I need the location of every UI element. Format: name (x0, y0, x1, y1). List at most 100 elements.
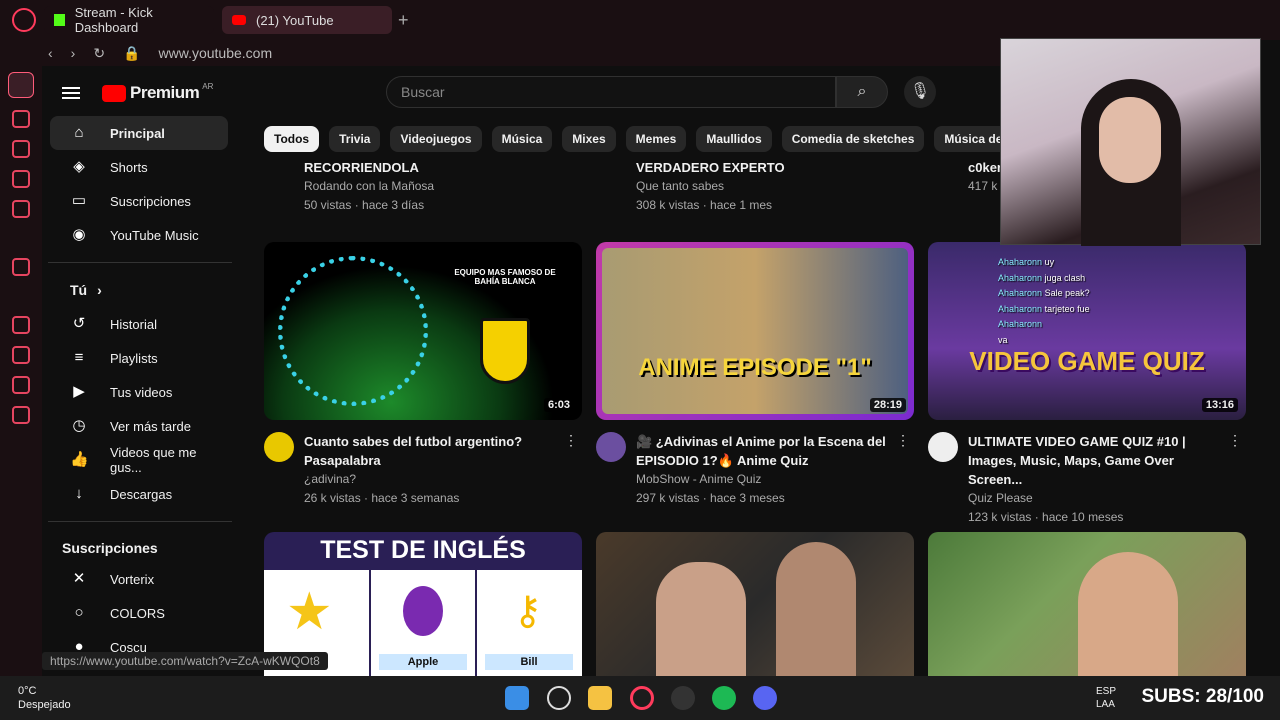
sidebar-item-liked[interactable]: 👍 Videos que me gus... (50, 443, 228, 477)
x-icon[interactable] (12, 406, 30, 424)
channel-name[interactable]: Quiz Please (968, 489, 1218, 508)
sidebar-item-subscriptions[interactable]: ▭ Suscripciones (50, 184, 228, 218)
opera-sidebar-icon[interactable] (12, 258, 30, 276)
sidebar-item-principal[interactable]: ⌂ Principal (50, 116, 228, 150)
chip-maullidos[interactable]: Maullidos (696, 126, 772, 152)
tab-label: Stream - Kick Dashboard (74, 5, 153, 35)
spotify-icon[interactable] (712, 686, 736, 710)
chip-musica-med[interactable]: Música de med (934, 126, 1000, 152)
sidebar-item-label: Vorterix (110, 571, 155, 587)
prev-video-info[interactable]: c0ker 417 k (968, 160, 1002, 198)
chip-comedia[interactable]: Comedia de sketches (781, 126, 925, 152)
sidebar-item-shorts[interactable]: ◈ Shorts (50, 150, 228, 184)
sidebar-item-history[interactable]: ↺ Historial (50, 307, 228, 341)
opera-sidebar-icon[interactable] (12, 140, 30, 158)
video-thumbnail[interactable]: ANIME EPISODE "1" 28:19 (596, 242, 914, 420)
tiktok-icon[interactable] (12, 376, 30, 394)
sidebar-item-watch-later[interactable]: ◷ Ver más tarde (50, 409, 228, 443)
video-title[interactable]: Cuanto sabes del futbol argentino? Pasap… (304, 432, 554, 470)
more-options-icon[interactable]: ⋮ (1228, 432, 1242, 449)
sidebar-item-label: Descargas (110, 486, 173, 502)
channel-name[interactable]: Que tanto sabes (636, 179, 785, 198)
video-title[interactable]: VERDADERO EXPERTO (636, 160, 785, 179)
channel-name[interactable]: 417 k (968, 179, 1002, 198)
menu-icon[interactable] (62, 87, 80, 99)
chip-memes[interactable]: Memes (625, 126, 687, 152)
new-tab-button[interactable]: + (398, 10, 409, 31)
video-card[interactable]: ANIME EPISODE "1" 28:19 🎥 ¿Adivinas el A… (596, 242, 914, 508)
video-card[interactable] (928, 532, 1246, 676)
search-icon[interactable] (547, 686, 571, 710)
sidebar-item-vorterix[interactable]: ✕ Vorterix (50, 562, 228, 596)
quiz-panel: Apple (371, 570, 475, 676)
channel-avatar[interactable] (928, 432, 958, 462)
twitch-icon[interactable] (12, 316, 30, 334)
youtube-logo-icon[interactable] (102, 84, 126, 102)
weather-widget[interactable]: 0°C Despejado (18, 684, 71, 712)
opera-sidebar-icon[interactable] (12, 200, 30, 218)
chip-videojuegos[interactable]: Videojuegos (390, 126, 482, 152)
stream-chat: Ahaharonn uy Ahaharonn juga clash Ahahar… (998, 255, 1090, 348)
sidebar-item-playlists[interactable]: ≡ Playlists (50, 341, 228, 375)
tab-kick[interactable]: Stream - Kick Dashboard (44, 5, 214, 35)
chip-mixes[interactable]: Mixes (562, 126, 616, 152)
instagram-icon[interactable] (12, 346, 30, 364)
channel-avatar[interactable] (596, 432, 626, 462)
video-title[interactable]: ULTIMATE VIDEO GAME QUIZ #10 | Images, M… (968, 432, 1218, 489)
mic-button[interactable]: 🎙 (904, 76, 936, 108)
file-explorer-icon[interactable] (588, 686, 612, 710)
video-duration: 6:03 (543, 398, 574, 412)
video-title[interactable]: 🎥 ¿Adivinas el Anime por la Escena del E… (636, 432, 886, 470)
webcam-overlay (1000, 38, 1261, 246)
back-icon[interactable]: ‹ (48, 45, 53, 61)
sidebar-item-label: Suscripciones (110, 193, 191, 209)
tab-youtube[interactable]: (21) YouTube (222, 6, 392, 34)
opera-sidebar-icon[interactable] (12, 110, 30, 128)
sidebar-item-label: Ver más tarde (110, 418, 191, 434)
opera-icon[interactable] (630, 686, 654, 710)
more-options-icon[interactable]: ⋮ (896, 432, 910, 449)
sidebar-item-downloads[interactable]: ↓ Descargas (50, 477, 228, 511)
forward-icon[interactable]: › (71, 45, 76, 61)
chip-trivia[interactable]: Trivia (329, 126, 381, 152)
language-indicator[interactable]: ESP LAA (1096, 685, 1116, 711)
video-title[interactable]: c0ker (968, 160, 1002, 179)
video-title[interactable]: RECORRIENDOLA (304, 160, 434, 179)
opera-sidebar-icon[interactable] (12, 170, 30, 188)
download-icon: ↓ (75, 485, 83, 502)
url-field[interactable]: www.youtube.com (159, 45, 273, 61)
prev-video-info[interactable]: VERDADERO EXPERTO Que tanto sabes 308 k … (636, 160, 785, 217)
chat-message: Ahaharonn Sale peak? (998, 288, 1090, 298)
sidebar-item-colors[interactable]: ○ COLORS (50, 596, 228, 630)
sidebar-item-your-videos[interactable]: ▶ Tus videos (50, 375, 228, 409)
app-icon[interactable] (671, 686, 695, 710)
sidebar-item-music[interactable]: ◉ YouTube Music (50, 218, 228, 252)
video-card[interactable] (596, 532, 914, 676)
weather-desc: Despejado (18, 699, 71, 711)
chip-todos[interactable]: Todos (264, 126, 320, 152)
history-icon: ↺ (72, 315, 86, 332)
reload-icon[interactable]: ↻ (93, 45, 105, 62)
search-input[interactable]: Buscar (386, 76, 836, 108)
windows-start-icon[interactable] (505, 686, 529, 710)
prev-video-info[interactable]: RECORRIENDOLA Rodando con la Mañosa 50 v… (304, 160, 434, 217)
channel-name[interactable]: Rodando con la Mañosa (304, 179, 434, 198)
channel-avatar[interactable] (264, 432, 294, 462)
video-thumbnail[interactable]: EQUIPO MAS FAMOSO DE BAHÍA BLANCA 6:03 (264, 242, 582, 420)
video-card[interactable]: EQUIPO MAS FAMOSO DE BAHÍA BLANCA 6:03 C… (264, 242, 582, 508)
more-options-icon[interactable]: ⋮ (564, 432, 578, 449)
video-duration: 13:16 (1201, 398, 1238, 412)
chip-musica[interactable]: Música (491, 126, 553, 152)
channel-name[interactable]: ¿adivina? (304, 470, 554, 489)
video-thumbnail[interactable] (928, 532, 1246, 676)
key-icon: ⚷ (513, 589, 543, 633)
channel-name[interactable]: MobShow - Anime Quiz (636, 470, 886, 489)
opera-logo-icon[interactable] (12, 8, 36, 32)
sidebar-item-you[interactable]: Tú › (50, 273, 228, 307)
opera-home-icon[interactable] (8, 72, 34, 98)
sidebar-item-label: Principal (110, 125, 165, 141)
video-thumbnail[interactable] (596, 532, 914, 676)
search-button[interactable]: ⌕ (836, 76, 888, 108)
sidebar-item-label: YouTube Music (110, 227, 199, 243)
discord-icon[interactable] (753, 686, 777, 710)
